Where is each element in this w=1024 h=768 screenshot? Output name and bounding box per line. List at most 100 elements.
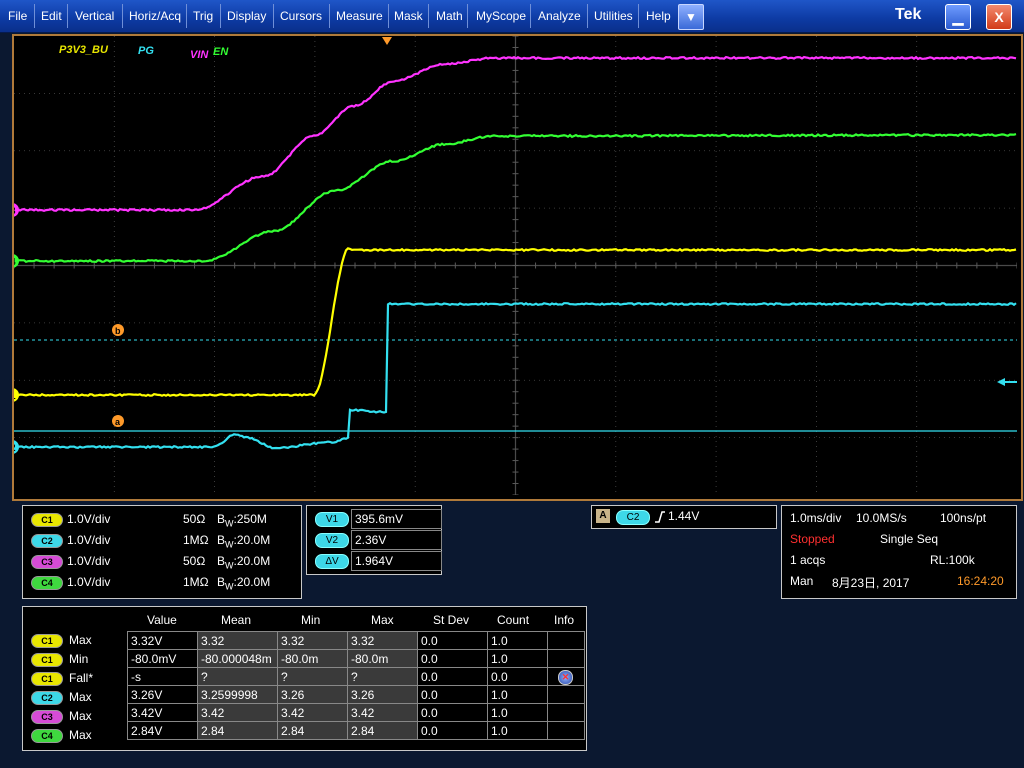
menu-help[interactable]: Help [640, 0, 677, 32]
close-icon: X [994, 9, 1003, 25]
table-row[interactable]: -s ? ? ? 0.0 0.0 ✕ [128, 668, 585, 686]
ch2-marker[interactable]: 2 [14, 440, 19, 454]
trigger-panel[interactable]: A C2 1.44V [591, 505, 777, 529]
menu-separator [467, 4, 468, 28]
cell-value: 3.26V [128, 686, 198, 704]
cell-min: 3.32 [278, 632, 348, 650]
trigger-mode-badge: A [596, 509, 610, 523]
menu-dropdown-button[interactable]: ▼ [678, 4, 704, 30]
label-pg: PG [138, 45, 154, 57]
cell-min: ? [278, 668, 348, 686]
waveform-display[interactable]: P3V3_BU PG VIN EN 3 4 1 2 b a [12, 34, 1023, 501]
resolution: 100ns/pt [940, 511, 986, 525]
cell-max: 3.32 [348, 632, 418, 650]
c1-bandwidth: BW:250M [217, 510, 267, 532]
channel-settings-panel: C1 1.0V/div 50Ω BW:250M C2 1.0V/div 1MΩ … [22, 505, 302, 599]
header-value: Value [147, 613, 177, 627]
cell-mean: ? [198, 668, 278, 686]
menu-bar: File Edit Vertical Horiz/Acq Trig Displa… [0, 0, 1024, 33]
label-vin: VIN [190, 49, 209, 61]
menu-utilities[interactable]: Utilities [588, 0, 639, 32]
meas-label-row: C1 Min [31, 650, 88, 668]
channel-row-c2[interactable]: C2 1.0V/div 1MΩ BW:20.0M [31, 531, 301, 549]
header-mean: Mean [221, 613, 251, 627]
table-row[interactable]: 3.32V 3.32 3.32 3.32 0.0 1.0 [128, 632, 585, 650]
v1-value: 395.6mV [351, 509, 442, 529]
trigger-level-icon[interactable] [997, 378, 1005, 386]
date: 8月23日, 2017 [832, 574, 909, 591]
cell-count: 1.0 [488, 722, 548, 740]
c1-scale: 1.0V/div [67, 510, 110, 528]
channel-row-c3[interactable]: C3 1.0V/div 50Ω BW:20.0M [31, 552, 301, 570]
cursor-v1-row: V1 [315, 509, 349, 527]
cell-count: 1.0 [488, 686, 548, 704]
menu-mask[interactable]: Mask [388, 0, 429, 32]
ch3-marker[interactable]: 3 [14, 203, 19, 217]
meas-name: Min [69, 652, 88, 666]
trigger-position-icon[interactable] [382, 37, 392, 45]
cell-value: -s [128, 668, 198, 686]
info-icon[interactable]: ✕ [558, 670, 573, 685]
table-row[interactable]: -80.0mV -80.000048m -80.0m -80.0m 0.0 1.… [128, 650, 585, 668]
cell-info [548, 704, 585, 722]
cell-count: 1.0 [488, 632, 548, 650]
cell-mean: 2.84 [198, 722, 278, 740]
meas-badge: C1 [31, 672, 63, 686]
time: 16:24:20 [957, 574, 1004, 588]
cell-max: ? [348, 668, 418, 686]
cell-info: ✕ [548, 668, 585, 686]
menu-analyze[interactable]: Analyze [532, 0, 587, 32]
cell-count: 0.0 [488, 668, 548, 686]
brand-logo: Tek [895, 6, 921, 24]
close-button[interactable]: X [986, 4, 1012, 30]
table-row[interactable]: 3.26V 3.2599998 3.26 3.26 0.0 1.0 [128, 686, 585, 704]
measurements-panel[interactable]: Value Mean Min Max St Dev Count Info C1 M… [22, 606, 587, 751]
c3-badge: C3 [31, 555, 63, 569]
v1-badge: V1 [315, 512, 349, 527]
cursor-readout-panel[interactable]: V1 395.6mV V2 2.36V ΔV 1.964V [306, 505, 442, 575]
acquisition-panel[interactable]: 1.0ms/div 10.0MS/s 100ns/pt Stopped Sing… [781, 505, 1017, 599]
cell-mean: 3.2599998 [198, 686, 278, 704]
cell-value: 3.42V [128, 704, 198, 722]
meas-label-row: C1 Fall* [31, 669, 93, 687]
meas-badge: C1 [31, 634, 63, 648]
menu-file[interactable]: File [2, 0, 33, 32]
menu-edit[interactable]: Edit [35, 0, 68, 32]
menu-cursors[interactable]: Cursors [274, 0, 328, 32]
header-stdev: St Dev [433, 613, 469, 627]
menu-horiz-acq[interactable]: Horiz/Acq [123, 0, 187, 32]
meas-label-row: C3 Max [31, 707, 92, 725]
cell-value: -80.0mV [128, 650, 198, 668]
cell-info [548, 632, 585, 650]
meas-name: Max [69, 709, 92, 723]
cell-min: -80.0m [278, 650, 348, 668]
acquisition-state: Stopped [790, 532, 835, 546]
menu-measure[interactable]: Measure [330, 0, 389, 32]
cursor-a-marker[interactable]: a [112, 415, 124, 427]
meas-badge: C2 [31, 691, 63, 705]
ch1-marker[interactable]: 1 [14, 388, 19, 402]
c3-scale: 1.0V/div [67, 552, 110, 570]
table-row[interactable]: 2.84V 2.84 2.84 2.84 0.0 1.0 [128, 722, 585, 740]
minimize-button[interactable]: ▁ [945, 4, 971, 30]
menu-myscope[interactable]: MyScope [470, 0, 532, 32]
menu-vertical[interactable]: Vertical [69, 0, 120, 32]
minimize-icon: ▁ [953, 9, 964, 25]
channel-row-c1[interactable]: C1 1.0V/div 50Ω BW:250M [31, 510, 301, 528]
cell-stdev: 0.0 [418, 668, 488, 686]
sample-rate: 10.0MS/s [856, 511, 907, 525]
table-row[interactable]: 3.42V 3.42 3.42 3.42 0.0 1.0 [128, 704, 585, 722]
triangle-down-icon: ▼ [685, 10, 697, 24]
c1-badge: C1 [31, 513, 63, 527]
channel-row-c4[interactable]: C4 1.0V/div 1MΩ BW:20.0M [31, 573, 301, 591]
acquisition-mode: Single Seq [880, 532, 938, 546]
meas-badge: C3 [31, 710, 63, 724]
cursor-b-marker[interactable]: b [112, 324, 124, 336]
menu-math[interactable]: Math [430, 0, 469, 32]
cursor-dv-row: ΔV [315, 551, 349, 569]
cell-max: -80.0m [348, 650, 418, 668]
menu-trig[interactable]: Trig [187, 0, 219, 32]
menu-display[interactable]: Display [221, 0, 272, 32]
cell-stdev: 0.0 [418, 650, 488, 668]
c2-bandwidth: BW:20.0M [217, 531, 270, 553]
